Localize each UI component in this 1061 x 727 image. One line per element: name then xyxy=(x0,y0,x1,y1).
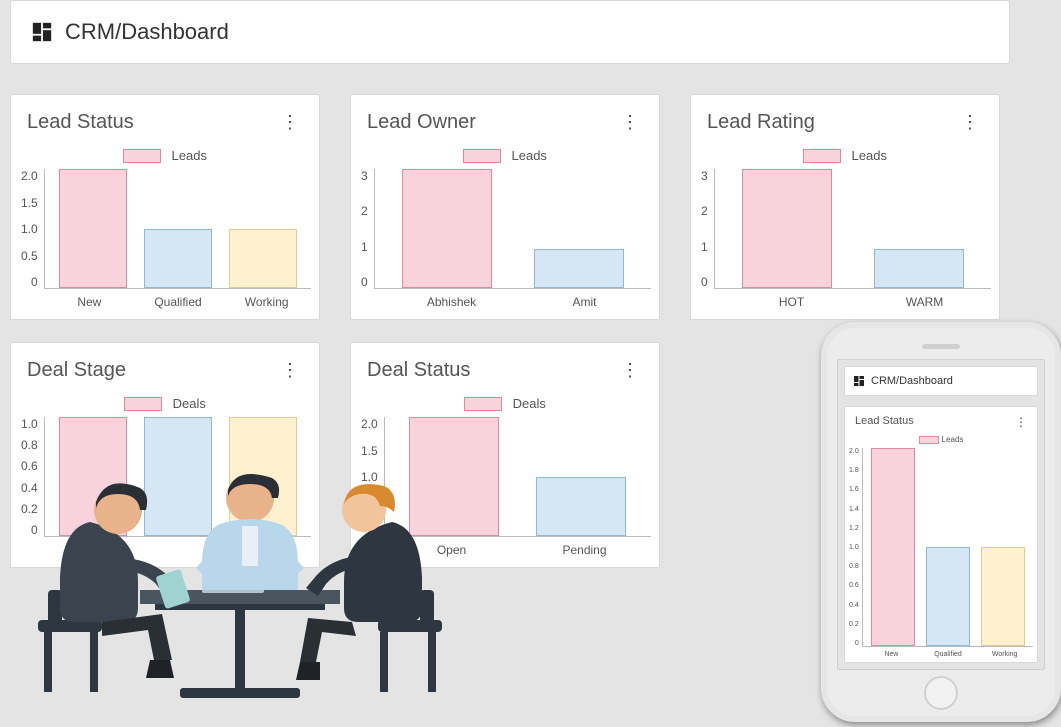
card-title: Lead Owner xyxy=(367,111,476,134)
chart-legend: Leads xyxy=(359,145,651,169)
chart-deal-status: 2.0 1.5 1.0 0.5 0 xyxy=(359,417,651,537)
bar-pending xyxy=(536,477,626,537)
card-lead-rating: Lead Rating ⋮ Leads 3 2 1 0 xyxy=(690,94,1000,320)
chart-lead-owner: 3 2 1 0 xyxy=(359,169,651,289)
card-title: Deal Stage xyxy=(27,359,126,382)
legend-swatch xyxy=(919,436,939,444)
bar-qualified xyxy=(926,547,970,646)
bar-open xyxy=(409,417,499,536)
legend-swatch xyxy=(123,149,161,163)
more-icon[interactable]: ⋮ xyxy=(1015,415,1027,429)
y-axis: 2.0 1.5 1.0 0.5 0 xyxy=(361,417,384,537)
dashboard-icon xyxy=(31,21,53,43)
bar-qualified xyxy=(144,229,212,289)
bar-warm xyxy=(874,249,964,288)
chart-lead-rating: 3 2 1 0 xyxy=(699,169,991,289)
card-title: Lead Status xyxy=(27,111,134,134)
dashboard-icon xyxy=(853,375,865,387)
bar-stage-3 xyxy=(229,417,297,536)
bar-new xyxy=(871,448,915,646)
more-icon[interactable]: ⋮ xyxy=(617,109,643,135)
legend-swatch xyxy=(463,149,501,163)
chart-legend: Leads xyxy=(699,145,991,169)
legend-label: Deals xyxy=(513,396,546,411)
chart-lead-status: 2.0 1.8 1.6 1.4 1.2 1.0 0.8 0.6 0.4 0.2 … xyxy=(849,448,1033,647)
page-header: CRM/Dashboard xyxy=(10,0,1010,64)
chart-legend: Leads xyxy=(19,145,311,169)
card-deal-stage: Deal Stage ⋮ Deals 1.0 0.8 0.6 0.4 0.2 0 xyxy=(10,342,320,568)
legend-label: Leads xyxy=(852,148,887,163)
y-axis: 3 2 1 0 xyxy=(701,169,714,289)
phone-card-lead-status: Lead Status ⋮ Leads 2.0 1.8 1.6 1.4 1.2 … xyxy=(844,406,1038,663)
legend-label: Deals xyxy=(173,396,206,411)
x-axis xyxy=(19,537,311,543)
page-title: CRM/Dashboard xyxy=(65,19,229,45)
phone-speaker xyxy=(922,344,960,349)
card-deal-status: Deal Status ⋮ Deals 2.0 1.5 1.0 0.5 0 xyxy=(350,342,660,568)
plot-area xyxy=(44,169,311,289)
phone-body: CRM/Dashboard Lead Status ⋮ Leads 2.0 1.… xyxy=(821,322,1061,722)
y-axis: 2.0 1.5 1.0 0.5 0 xyxy=(21,169,44,289)
x-axis: New Qualified Working xyxy=(19,289,311,309)
legend-label: Leads xyxy=(942,435,964,444)
phone-page-header: CRM/Dashboard xyxy=(844,366,1038,396)
bar-amit xyxy=(534,249,624,288)
bar-working xyxy=(981,547,1025,646)
phone-home-button[interactable] xyxy=(924,676,958,710)
plot-area xyxy=(714,169,991,289)
phone-screen: CRM/Dashboard Lead Status ⋮ Leads 2.0 1.… xyxy=(837,359,1045,670)
card-lead-status: Lead Status ⋮ Leads 2.0 1.5 1.0 0.5 0 xyxy=(10,94,320,320)
y-axis: 1.0 0.8 0.6 0.4 0.2 0 xyxy=(21,417,44,537)
more-icon[interactable]: ⋮ xyxy=(277,357,303,383)
chart-legend: Deals xyxy=(359,393,651,417)
more-icon[interactable]: ⋮ xyxy=(277,109,303,135)
plot-area xyxy=(44,417,311,537)
bar-stage-1 xyxy=(59,417,127,536)
card-title: Deal Status xyxy=(367,359,470,382)
x-axis: Abhishek Amit xyxy=(359,289,651,309)
card-lead-owner: Lead Owner ⋮ Leads 3 2 1 0 xyxy=(350,94,660,320)
card-title: Lead Status xyxy=(855,415,914,429)
chart-lead-status: 2.0 1.5 1.0 0.5 0 xyxy=(19,169,311,289)
more-icon[interactable]: ⋮ xyxy=(957,109,983,135)
phone-page-title: CRM/Dashboard xyxy=(871,375,953,387)
x-axis: Open Pending xyxy=(359,537,651,557)
plot-area xyxy=(374,169,651,289)
bar-hot xyxy=(742,169,832,288)
bar-working xyxy=(229,229,297,289)
cards-row-1: Lead Status ⋮ Leads 2.0 1.5 1.0 0.5 0 xyxy=(10,94,1010,320)
legend-swatch xyxy=(124,397,162,411)
chart-legend: Deals xyxy=(19,393,311,417)
bar-abhishek xyxy=(402,169,492,288)
x-axis: New Qualified Working xyxy=(849,647,1033,658)
more-icon[interactable]: ⋮ xyxy=(617,357,643,383)
phone-mockup: CRM/Dashboard Lead Status ⋮ Leads 2.0 1.… xyxy=(821,322,1061,722)
x-axis: HOT WARM xyxy=(699,289,991,309)
y-axis: 3 2 1 0 xyxy=(361,169,374,289)
plot-area xyxy=(384,417,651,537)
chart-legend: Leads xyxy=(849,435,1033,448)
legend-swatch xyxy=(464,397,502,411)
legend-swatch xyxy=(803,149,841,163)
bar-new xyxy=(59,169,127,288)
legend-label: Leads xyxy=(172,148,207,163)
card-title: Lead Rating xyxy=(707,111,815,134)
y-axis: 2.0 1.8 1.6 1.4 1.2 1.0 0.8 0.6 0.4 0.2 … xyxy=(849,448,862,647)
bar-stage-2 xyxy=(144,417,212,536)
plot-area xyxy=(862,448,1033,647)
legend-label: Leads xyxy=(512,148,547,163)
chart-deal-stage: 1.0 0.8 0.6 0.4 0.2 0 xyxy=(19,417,311,537)
